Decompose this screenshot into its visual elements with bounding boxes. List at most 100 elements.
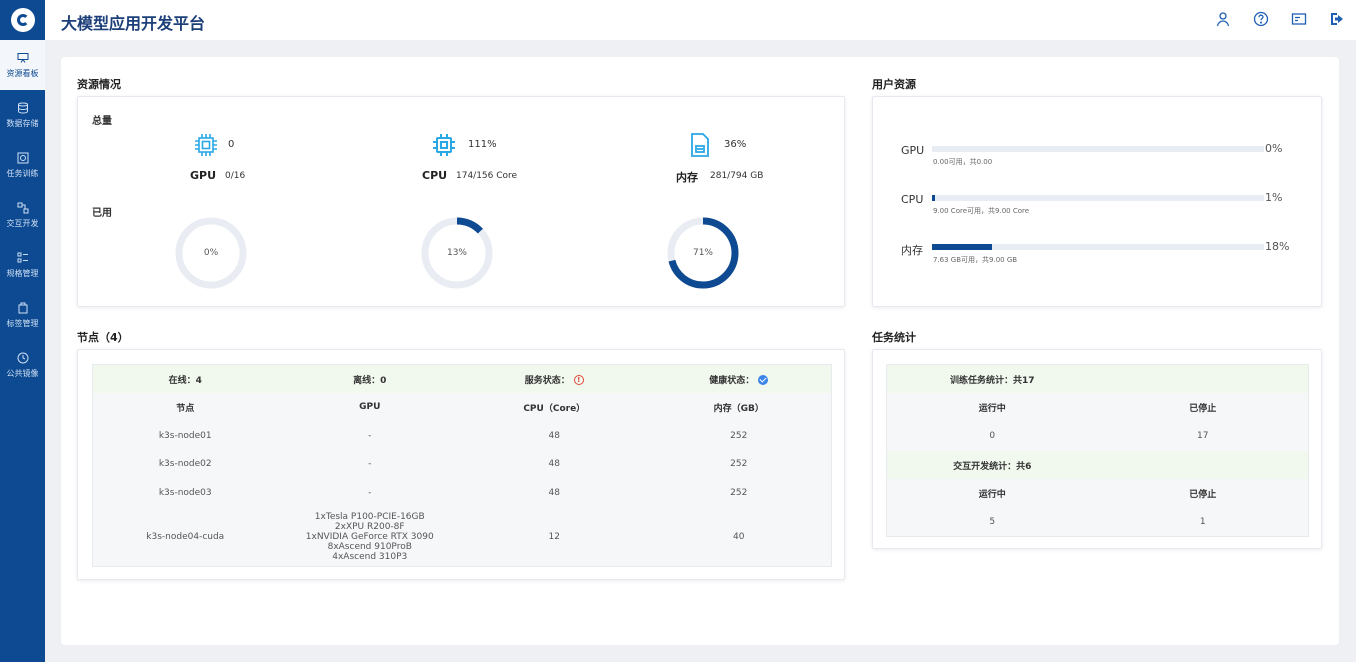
mem-used-donut: 71% [666,216,740,290]
node-mem: 252 [730,487,748,498]
node-cpu: 12 [548,531,560,542]
training-header-row: 运行中 已停止 [887,393,1308,421]
cpu-used-label: 13% [446,248,467,258]
sidebar: 资源看板 数据存储 任务训练 交互开发 规格管理 标签管理 公共镜像 [0,0,45,662]
warning-icon[interactable]: ! [573,375,584,385]
training-running: 0 [989,431,996,441]
health-status: 健康状态： [647,373,832,386]
cpu-name: CPU [422,169,448,182]
user-resources-card: GPU 0.00可用，共0.00 0% CPU 9.00 Core可用，共9.0… [872,96,1322,307]
dev-icon [17,202,29,214]
dashboard-icon [17,52,29,64]
cpu-total-value: 111% [468,139,497,150]
memory-icon [686,131,714,159]
gpu-item: 1xTesla P100-PCIE-16GB [314,511,425,522]
training-icon [17,152,29,164]
col-mem: 内存（GB） [713,403,764,414]
image-icon [17,352,29,364]
user-cpu-sub: 9.00 Core可用，共9.00 Core [933,207,1030,215]
node-mem: 252 [730,430,748,441]
node-gpu: - [368,430,372,441]
user-mem-sub: 7.63 GB可用，共9.00 GB [933,256,1018,264]
sidebar-item-label: 标签管理 [6,318,39,328]
node-mem: 40 [733,531,745,542]
training-running-label: 运行中 [978,403,1006,414]
user-mem-bar [932,244,1264,250]
logout-icon[interactable] [1328,10,1346,28]
interactive-running: 5 [989,517,996,527]
resources-title: 资源情况 [77,78,121,91]
gpu-total-value: 0 [228,139,235,150]
sidebar-item-image[interactable]: 公共镜像 [0,340,45,390]
user-mem-label: 内存 [901,244,923,257]
sidebar-item-tag[interactable]: 标签管理 [0,290,45,340]
help-icon[interactable] [1252,10,1270,28]
training-stopped: 17 [1197,431,1209,441]
tag-icon [17,302,29,314]
user-mem-row: 内存 7.63 GB可用，共9.00 GB 18% [901,240,1311,274]
service-status-label: 服务状态： [524,375,570,386]
node-cpu: 48 [548,487,560,498]
interactive-header-row: 运行中 已停止 [887,479,1308,507]
cpu-used-donut: 13% [420,216,494,290]
mem-used-label: 71% [692,248,713,258]
training-values-row: 0 17 [887,421,1308,451]
gpu-used-label: 0% [203,248,219,258]
sidebar-item-label: 规格管理 [6,268,39,278]
health-status-label: 健康状态： [709,375,755,386]
table-row: k3s-node02 - 48 252 [93,450,831,478]
user-gpu-sub: 0.00可用，共0.00 [933,158,993,166]
service-status: 服务状态：! [462,373,647,386]
resources-card: 总量 0 GPU 0/16 111% CPU 174/156 Core 36% [77,96,845,307]
user-gpu-bar [932,146,1264,152]
user-icon[interactable] [1214,10,1232,28]
tasks-card: 训练任务统计：共17 运行中 已停止 0 17 交互开发统计：共6 运行中 已停… [872,349,1322,549]
gpu-item: 4xAscend 310P3 [332,551,408,562]
gpu-total: 0 GPU 0/16 [190,131,352,201]
online-count: 在线：4 [168,375,202,386]
check-circle-icon[interactable] [758,375,769,385]
cpu-detail: 174/156 Core [456,171,518,181]
nodes-title: 节点（4） [77,331,129,344]
mem-total-value: 36% [724,139,747,150]
header-icons [1214,10,1346,28]
sidebar-item-dev[interactable]: 交互开发 [0,190,45,240]
col-node: 节点 [176,403,195,414]
col-gpu: GPU [359,402,381,412]
user-cpu-label: CPU [901,193,924,206]
node-gpu: - [368,459,372,469]
table-row: k3s-node03 - 48 252 [93,478,831,507]
total-label: 总量 [92,116,112,127]
user-gpu-pct: 0% [1265,142,1283,155]
sidebar-item-label: 公共镜像 [6,368,39,378]
mem-detail: 281/794 GB [710,171,764,181]
node-gpu: - [368,487,372,498]
node-cpu: 48 [548,459,560,469]
nodes-table: 在线：4 离线：0 服务状态：! 健康状态： 节点 GPU CPU（Core） … [92,364,832,567]
user-gpu-label: GPU [901,144,925,157]
sidebar-item-dashboard[interactable]: 资源看板 [0,40,45,90]
message-icon[interactable] [1290,10,1308,28]
interactive-running-label: 运行中 [978,489,1006,500]
interactive-summary-row: 交互开发统计：共6 [887,451,1308,479]
cpu-chip-icon [430,131,458,159]
sidebar-item-training[interactable]: 任务训练 [0,140,45,190]
interactive-title: 交互开发统计：共6 [953,461,1032,472]
training-stopped-label: 已停止 [1189,403,1217,414]
sidebar-item-spec[interactable]: 规格管理 [0,240,45,290]
logo[interactable] [0,0,45,40]
mem-name: 内存 [676,171,698,184]
node-name: k3s-node02 [158,459,212,469]
sidebar-item-storage[interactable]: 数据存储 [0,90,45,140]
user-gpu-row: GPU 0.00可用，共0.00 0% [901,142,1311,176]
offline-count: 离线：0 [353,375,387,386]
main-panel: 资源情况 总量 0 GPU 0/16 111% CPU 174/156 Core [61,57,1339,645]
app-title: 大模型应用开发平台 [61,14,206,33]
user-cpu-bar [932,195,1264,201]
nodes-card: 在线：4 离线：0 服务状态：! 健康状态： 节点 GPU CPU（Core） … [77,349,845,580]
used-label: 已用 [92,208,112,219]
user-cpu-pct: 1% [1265,191,1283,204]
sidebar-item-label: 数据存储 [6,118,39,128]
header: 大模型应用开发平台 [45,0,1356,40]
gpu-item: 8xAscend 910ProB [327,541,412,552]
